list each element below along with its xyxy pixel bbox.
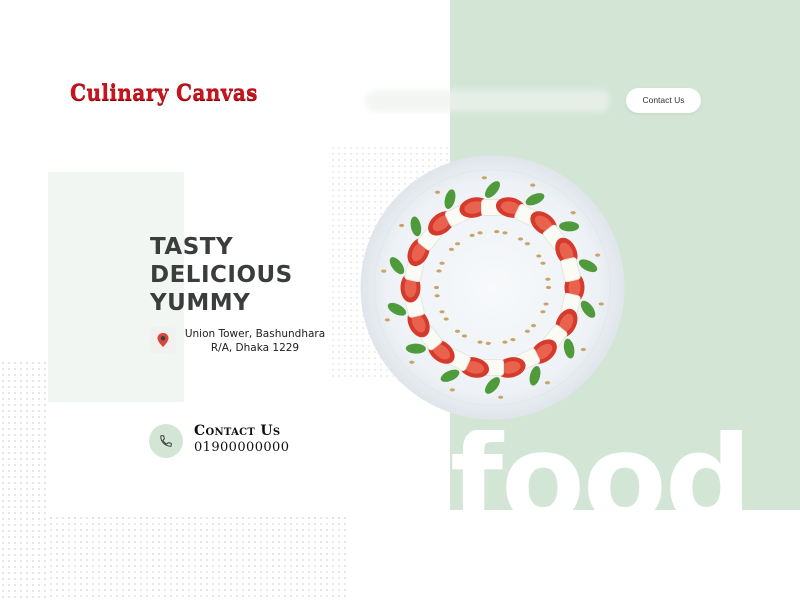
brand-logo[interactable]: Culinary Canvas: [70, 80, 258, 106]
hero-headline: TASTY DELICIOUS YUMMY: [150, 233, 293, 317]
dot-texture-bottom: [48, 515, 348, 600]
food-word-clip: food: [450, 430, 760, 516]
address-line-2: R/A, Dhaka 1229: [210, 342, 300, 354]
dot-texture-left: [0, 360, 48, 600]
dish-image: [360, 155, 625, 420]
landing-page: Culinary Canvas Contact Us TASTY DELICIO…: [0, 0, 800, 600]
background-food-word: food: [450, 430, 752, 516]
contact-phone-number[interactable]: 01900000000: [194, 440, 289, 455]
blurred-navigation: [365, 90, 610, 112]
contact-us-button[interactable]: Contact Us: [626, 88, 701, 113]
contact-title: Contact Us: [194, 423, 281, 439]
headline-line-1: TASTY: [150, 234, 234, 260]
headline-line-3: YUMMY: [150, 290, 251, 316]
caprese-salad-plate: [360, 155, 625, 420]
address-text: Union Tower, Bashundhara R/A, Dhaka 1229: [180, 327, 330, 355]
headline-line-2: DELICIOUS: [150, 262, 293, 288]
location-pin-icon: [157, 333, 169, 347]
phone-icon: [160, 435, 172, 447]
address-line-1: Union Tower, Bashundhara: [184, 328, 326, 340]
location-badge: [150, 327, 176, 353]
phone-button[interactable]: [149, 424, 183, 458]
